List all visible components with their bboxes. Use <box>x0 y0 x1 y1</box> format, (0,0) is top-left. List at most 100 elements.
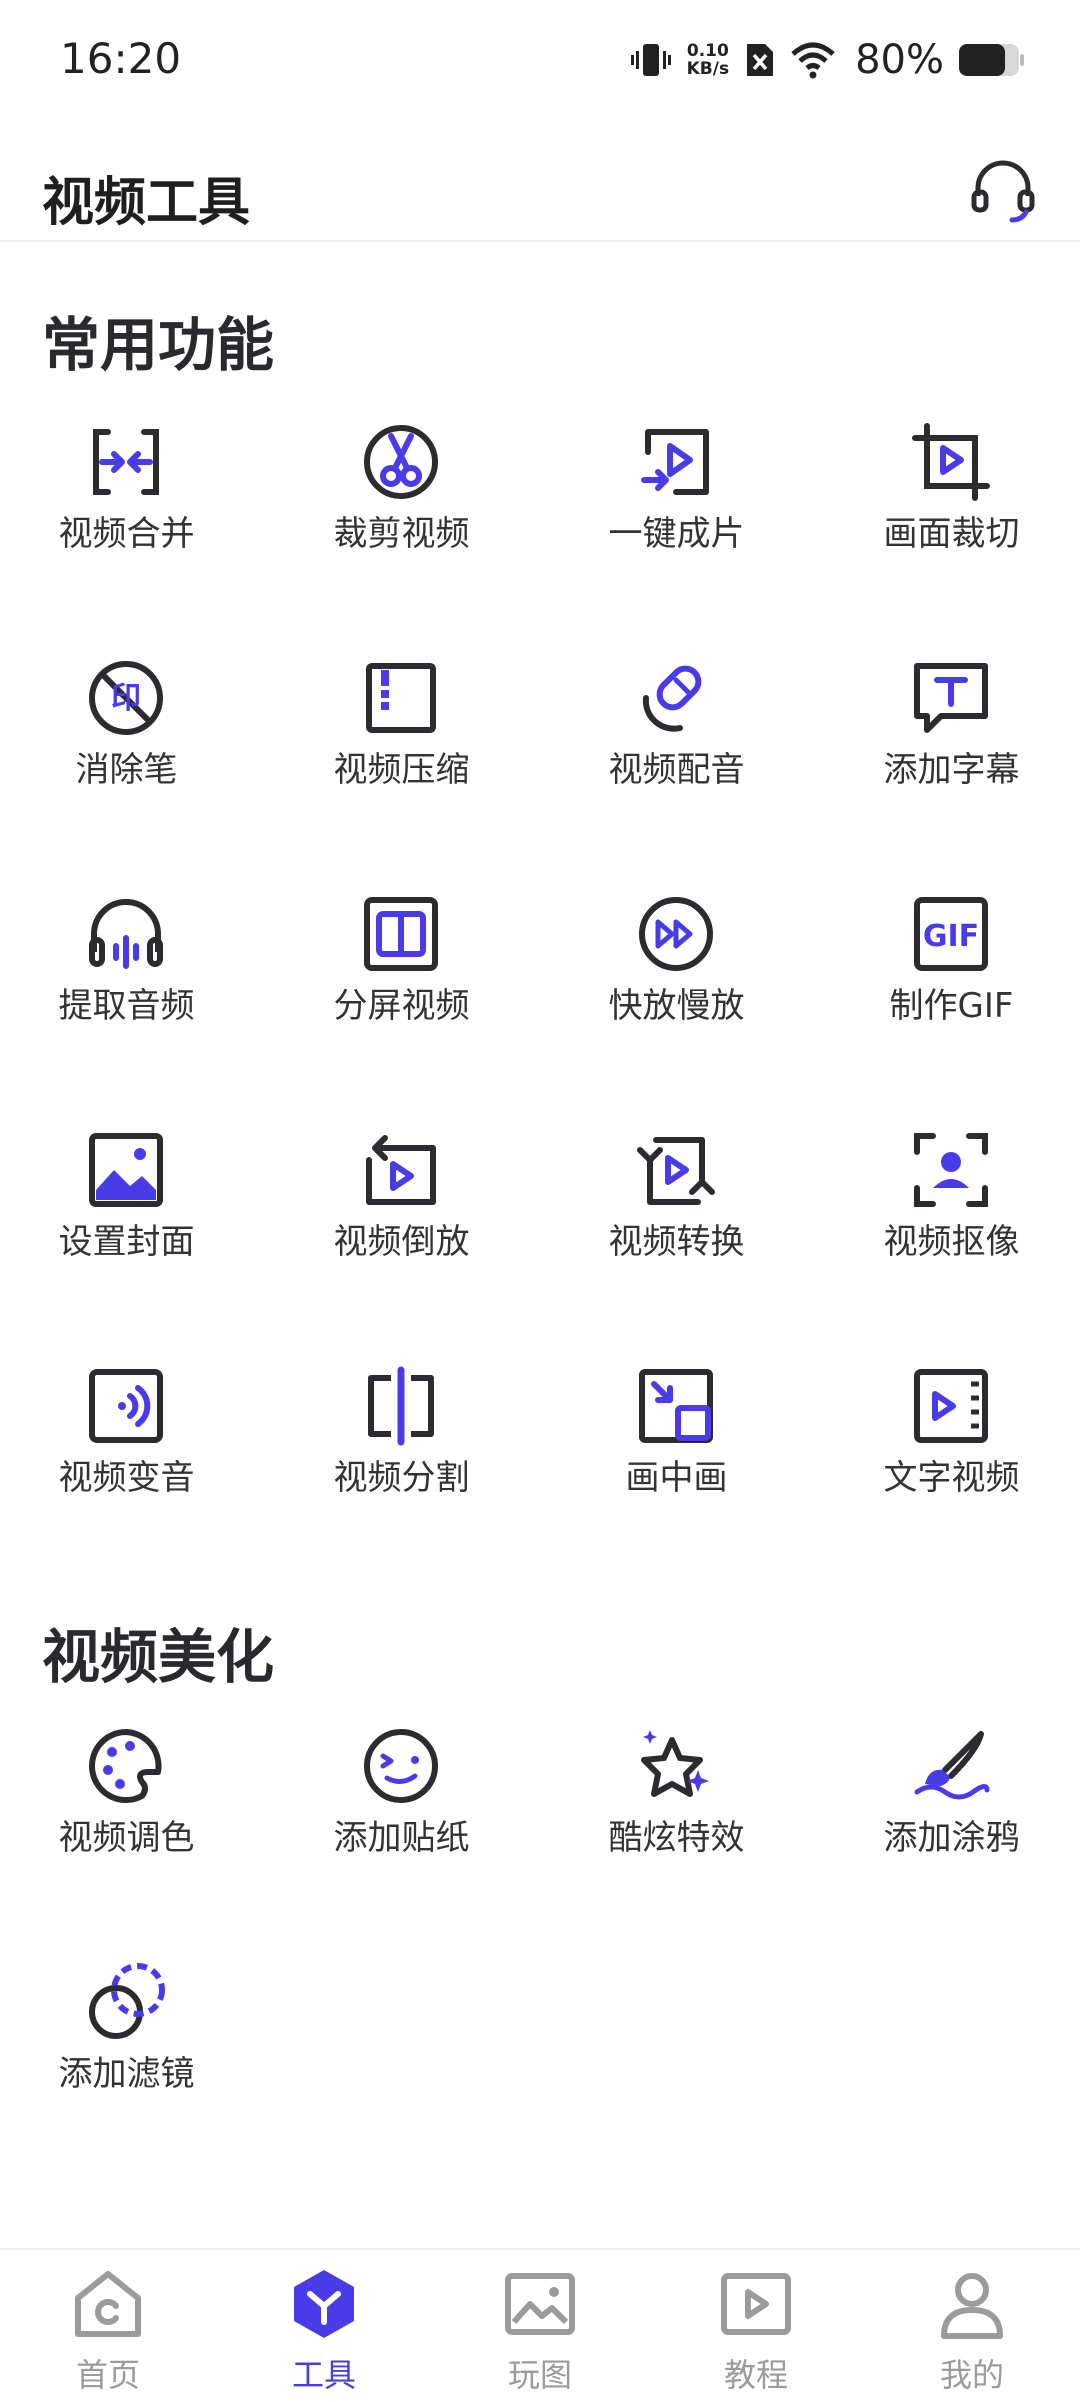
merge-icon <box>93 429 159 495</box>
filter-icon <box>89 1963 165 2039</box>
tool-label: 提取音频 <box>58 986 195 1026</box>
nav-label: 教程 <box>723 2356 788 2394</box>
section-title-beautify: 视频美化 <box>42 1623 275 1691</box>
nav-label: 玩图 <box>507 2356 572 2394</box>
nav-tools[interactable]: 工具 <box>216 2250 432 2402</box>
tool-voice-change[interactable]: 视频变音 <box>0 1340 264 1576</box>
brush-icon <box>914 1731 990 1800</box>
nav-profile[interactable]: 我的 <box>864 2250 1080 2402</box>
tool-one-click-video[interactable]: 一键成片 <box>539 396 814 632</box>
tool-cut-video[interactable]: 裁剪视频 <box>264 396 539 632</box>
tool-cutout[interactable]: 视频抠像 <box>814 1104 1080 1340</box>
tool-grid-common: 视频合并 裁剪视频 一键成片 画面裁切 印 消除笔 视频压缩 视频配音 添加字幕… <box>0 396 1069 1576</box>
nav-home[interactable]: 首页 <box>0 2250 216 2402</box>
gif-icon: GIF <box>914 897 988 971</box>
tool-subtitle[interactable]: 添加字幕 <box>814 632 1080 868</box>
tool-dubbing[interactable]: 视频配音 <box>539 632 814 868</box>
tool-label: 添加字幕 <box>883 750 1020 790</box>
bottom-nav: 首页 工具 玩图 教程 我的 <box>0 2248 1080 2402</box>
reverse-icon <box>366 1135 436 1205</box>
net-speed: 0.10 KB/s <box>687 42 729 78</box>
tool-split-screen[interactable]: 分屏视频 <box>264 868 539 1104</box>
tool-effects[interactable]: 酷炫特效 <box>539 1700 814 1936</box>
tool-label: 添加涂鸦 <box>883 1818 1020 1858</box>
text-video-icon <box>914 1369 988 1443</box>
nav-play-image[interactable]: 玩图 <box>432 2250 648 2402</box>
tool-video-merge[interactable]: 视频合并 <box>0 396 264 632</box>
net-speed-value: 0.10 <box>686 41 729 61</box>
nav-label: 首页 <box>75 2356 140 2394</box>
battery-percent: 80% <box>855 37 944 83</box>
headset-icon[interactable] <box>970 158 1036 224</box>
sticker-icon <box>364 1729 438 1803</box>
tool-picture-in-picture[interactable]: 画中画 <box>539 1340 814 1576</box>
profile-icon <box>941 2273 1003 2339</box>
tool-label: 文字视频 <box>883 1458 1020 1498</box>
tool-extract-audio[interactable]: 提取音频 <box>0 868 264 1104</box>
svg-text:印: 印 <box>111 681 141 716</box>
vibrate-icon <box>630 44 671 76</box>
picture-in-picture-icon <box>639 1369 713 1443</box>
tool-label: 添加贴纸 <box>333 1818 470 1858</box>
net-speed-unit: KB/s <box>686 59 730 79</box>
status-time: 16:20 <box>60 34 182 83</box>
home-icon <box>75 2271 141 2337</box>
wifi-icon <box>791 42 835 79</box>
tool-filter[interactable]: 添加滤镜 <box>0 1936 264 2172</box>
tool-label: 消除笔 <box>75 750 178 790</box>
status-bar: 16:20 0.10 KB/s 80% <box>0 0 1080 120</box>
cover-image-icon <box>89 1133 163 1207</box>
portrait-cutout-icon <box>914 1133 988 1207</box>
crop-icon <box>912 423 990 501</box>
tool-set-cover[interactable]: 设置封面 <box>0 1104 264 1340</box>
subtitle-icon <box>914 663 988 733</box>
tools-icon <box>294 2270 354 2338</box>
tool-text-video[interactable]: 文字视频 <box>814 1340 1080 1576</box>
tool-gif[interactable]: GIF 制作GIF <box>814 868 1080 1104</box>
status-right-cluster: 0.10 KB/s 80% <box>629 30 1024 90</box>
tool-label: 视频调色 <box>58 1818 195 1858</box>
tool-label: 视频转换 <box>608 1222 745 1262</box>
dubbing-icon <box>642 665 702 732</box>
tool-compress[interactable]: 视频压缩 <box>264 632 539 868</box>
tool-label: 制作GIF <box>889 986 1014 1026</box>
one-click-video-icon <box>641 429 709 495</box>
tool-label: 视频分割 <box>333 1458 470 1498</box>
tool-doodle[interactable]: 添加涂鸦 <box>814 1700 1080 1936</box>
nav-label: 工具 <box>291 2356 356 2394</box>
tool-label: 视频倒放 <box>333 1222 470 1262</box>
tool-color-grade[interactable]: 视频调色 <box>0 1700 264 1936</box>
video-split-icon <box>368 1366 434 1446</box>
tool-label: 视频配音 <box>608 750 745 790</box>
palette-icon <box>89 1729 162 1803</box>
no-sim-icon <box>747 44 774 76</box>
tool-video-split[interactable]: 视频分割 <box>264 1340 539 1576</box>
convert-icon <box>637 1137 715 1205</box>
tool-label: 画中画 <box>625 1458 728 1498</box>
tool-label: 酷炫特效 <box>608 1818 745 1858</box>
tool-remove-watermark[interactable]: 印 消除笔 <box>0 632 264 868</box>
effects-star-icon <box>641 1730 709 1797</box>
tool-label: 快放慢放 <box>608 986 745 1026</box>
tutorial-icon <box>721 2273 791 2335</box>
speed-icon <box>639 897 713 971</box>
tool-reverse[interactable]: 视频倒放 <box>264 1104 539 1340</box>
headphones-icon <box>89 899 163 969</box>
tool-label: 一键成片 <box>608 514 745 554</box>
tool-speed[interactable]: 快放慢放 <box>539 868 814 1104</box>
tool-crop[interactable]: 画面裁切 <box>814 396 1080 632</box>
tool-sticker[interactable]: 添加贴纸 <box>264 1700 539 1936</box>
tool-convert[interactable]: 视频转换 <box>539 1104 814 1340</box>
tool-label: 分屏视频 <box>333 986 470 1026</box>
compress-icon <box>366 663 436 733</box>
app-header: 视频工具 <box>0 120 1080 242</box>
image-icon <box>505 2273 575 2335</box>
nav-tutorial[interactable]: 教程 <box>648 2250 864 2402</box>
tool-label: 视频变音 <box>58 1458 195 1498</box>
scissors-icon <box>364 425 438 499</box>
remove-watermark-icon: 印 <box>89 661 163 735</box>
tool-label: 视频合并 <box>58 514 195 554</box>
section-title-common: 常用功能 <box>42 311 275 379</box>
tool-label: 裁剪视频 <box>333 514 470 554</box>
tool-label: 设置封面 <box>58 1222 195 1262</box>
